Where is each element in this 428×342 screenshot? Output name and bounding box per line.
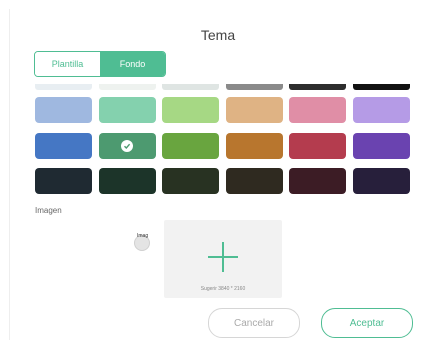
tab-plantilla[interactable]: Plantilla xyxy=(35,52,100,76)
color-swatch-partial[interactable] xyxy=(99,84,156,90)
upload-size-hint: Sugerir 3840 * 2160 xyxy=(200,286,246,292)
color-swatch[interactable] xyxy=(353,133,410,159)
dialog-title: Tema xyxy=(200,27,236,43)
color-swatch[interactable] xyxy=(289,97,346,123)
color-swatch[interactable] xyxy=(289,133,346,159)
color-swatch[interactable] xyxy=(162,133,219,159)
plus-icon-bar xyxy=(208,256,238,258)
check-icon xyxy=(121,140,133,152)
image-section-label: Imagen xyxy=(35,206,62,215)
color-swatch[interactable] xyxy=(35,133,92,159)
cancel-button[interactable]: Cancelar xyxy=(208,308,300,338)
color-swatch-partial[interactable] xyxy=(226,84,283,90)
color-swatch[interactable] xyxy=(162,97,219,123)
color-swatch[interactable] xyxy=(226,133,283,159)
color-swatch[interactable] xyxy=(99,97,156,123)
image-upload-area[interactable]: Sugerir 3840 * 2160 xyxy=(164,220,282,298)
color-swatch-partial[interactable] xyxy=(162,84,219,90)
color-swatch[interactable] xyxy=(226,97,283,123)
color-swatch-partial[interactable] xyxy=(289,84,346,90)
theme-tabs: Plantilla Fondo xyxy=(34,51,166,77)
color-swatch[interactable] xyxy=(35,97,92,123)
color-swatch[interactable] xyxy=(99,168,156,194)
color-swatch[interactable] xyxy=(289,168,346,194)
color-swatch[interactable] xyxy=(99,133,156,159)
color-swatch[interactable] xyxy=(35,168,92,194)
color-swatch-partial[interactable] xyxy=(35,84,92,90)
color-swatch[interactable] xyxy=(353,168,410,194)
color-swatch[interactable] xyxy=(162,168,219,194)
color-swatch[interactable] xyxy=(226,168,283,194)
color-swatch[interactable] xyxy=(353,97,410,123)
theme-dialog: Tema Plantilla Fondo Imagen Imag Sugerir… xyxy=(9,9,426,340)
accept-button[interactable]: Aceptar xyxy=(321,308,413,338)
image-radio-tag: Imag xyxy=(137,233,149,239)
color-swatch-partial[interactable] xyxy=(353,84,410,90)
tab-fondo[interactable]: Fondo xyxy=(100,52,165,76)
